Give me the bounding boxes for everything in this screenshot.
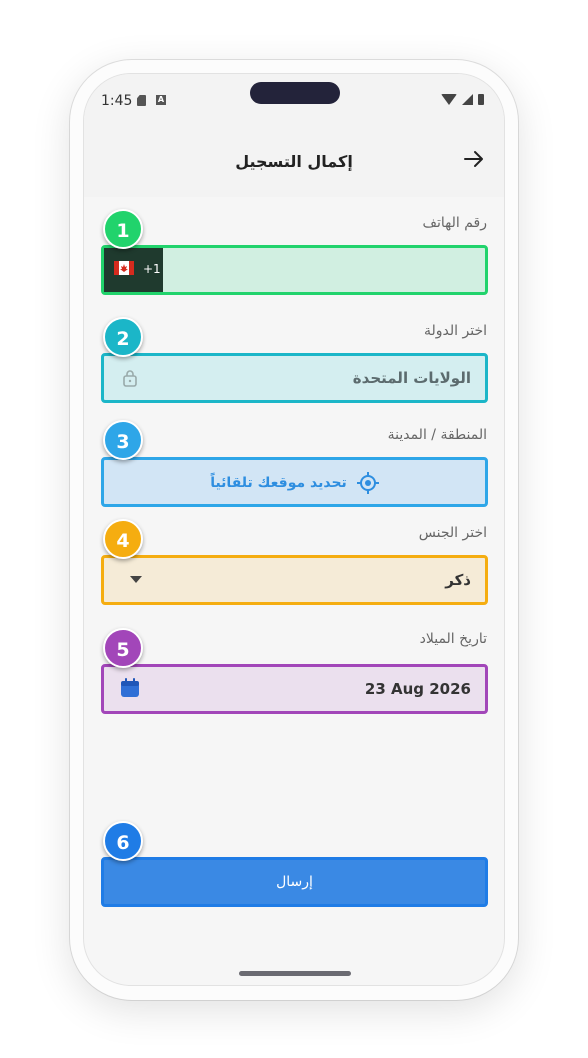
phone-field[interactable]: +1 [101,245,488,295]
step-badge-5: 5 [103,628,143,668]
battery-icon [478,94,484,105]
back-arrow-icon[interactable] [463,148,485,170]
canada-flag-icon [114,261,134,275]
status-time: 1:45 [101,93,133,109]
gender-select[interactable]: ذكر [101,555,488,605]
region-label: المنطقة / المدينة [387,427,487,443]
app-header: 1:45 A إكمال التسجيل [84,74,504,197]
sd-card-icon [137,95,146,106]
gender-value: ذكر [445,571,471,589]
gps-target-icon [356,472,379,494]
calendar-icon [121,678,139,697]
detect-location-button[interactable]: تحديد موقعك تلقائياً [101,457,488,507]
app-screen: 1:45 A إكمال التسجيل رقم الهاتف +1 اختر … [83,73,505,986]
wifi-icon [441,94,457,105]
country-label: اختر الدولة [424,323,487,339]
home-indicator[interactable] [239,971,351,976]
page-title: إكمال التسجيل [235,152,353,171]
submit-label: إرسال [276,874,313,890]
step-badge-3: 3 [103,420,143,460]
birthdate-label: تاريخ الميلاد [419,631,487,647]
font-notification-icon: A [156,95,166,105]
signal-icon [462,94,473,105]
birthdate-value: 23 Aug 2026 [364,680,471,698]
phone-code: +1 [143,262,161,276]
camera-notch [250,82,340,104]
lock-icon [123,370,137,387]
step-badge-6: 6 [103,821,143,861]
detect-location-label: تحديد موقعك تلقائياً [210,475,347,491]
step-badge-4: 4 [103,519,143,559]
step-badge-1: 1 [103,209,143,249]
phone-label: رقم الهاتف [422,215,487,231]
step-badge-2: 2 [103,317,143,357]
gender-label: اختر الجنس [418,525,487,541]
submit-button[interactable]: إرسال [101,857,488,907]
country-code-selector[interactable]: +1 [104,248,163,292]
country-value: الولايات المتحدة [352,369,471,387]
country-field[interactable]: الولايات المتحدة [101,353,488,403]
dropdown-arrow-icon [130,576,142,583]
birthdate-field[interactable]: 23 Aug 2026 [101,664,488,714]
